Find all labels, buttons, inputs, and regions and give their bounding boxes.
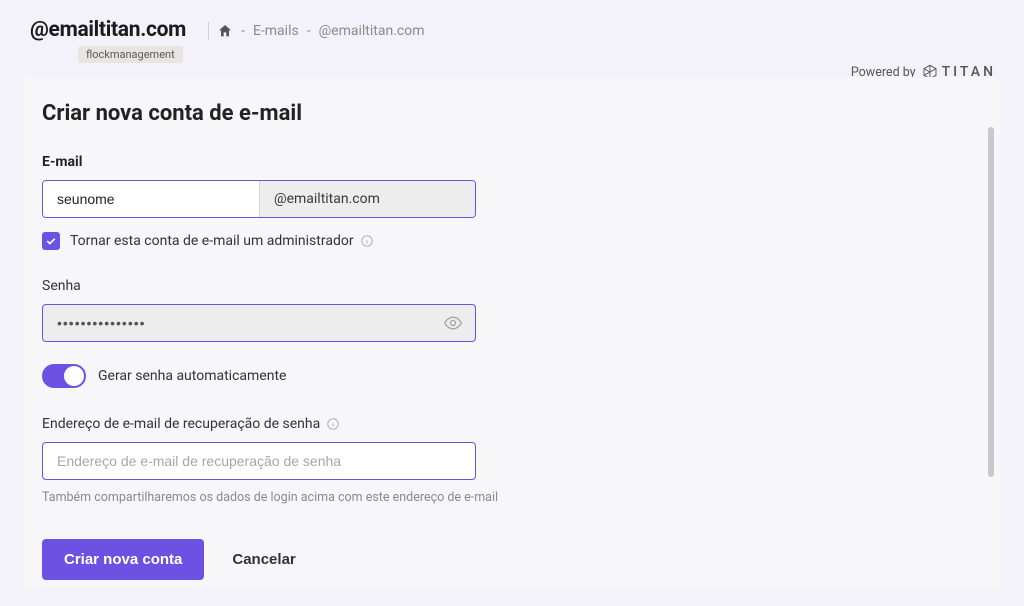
recovery-label-text: Endereço de e-mail de recuperação de sen…	[42, 416, 320, 432]
domain-tag: flockmanagement	[78, 46, 183, 63]
toggle-knob	[64, 366, 84, 386]
email-suffix: @emailtitan.com	[259, 181, 475, 217]
info-icon[interactable]	[326, 417, 340, 431]
email-label: E-mail	[42, 154, 676, 170]
form-actions: Criar nova conta Cancelar	[42, 539, 676, 580]
breadcrumb-sep: -	[307, 23, 311, 39]
auto-password-toggle[interactable]	[42, 364, 86, 388]
email-input[interactable]	[43, 181, 259, 217]
header-top: @emailtitan.com flockmanagement - E-mail…	[30, 18, 994, 63]
breadcrumb-current: @emailtitan.com	[319, 23, 425, 39]
breadcrumb-sep: -	[241, 23, 245, 39]
page-domain: @emailtitan.com	[30, 18, 186, 42]
main-panel: Criar nova conta de e-mail E-mail @email…	[24, 77, 1000, 589]
cancel-button[interactable]: Cancelar	[232, 551, 295, 568]
domain-block: @emailtitan.com flockmanagement	[30, 18, 186, 63]
password-input[interactable]	[43, 305, 443, 341]
header: @emailtitan.com flockmanagement - E-mail…	[0, 0, 1024, 71]
scrollbar-thumb[interactable]	[988, 127, 994, 477]
check-icon	[45, 235, 57, 247]
recovery-label: Endereço de e-mail de recuperação de sen…	[42, 416, 676, 432]
submit-button[interactable]: Criar nova conta	[42, 539, 204, 580]
eye-icon[interactable]	[443, 313, 463, 333]
auto-password-row: Gerar senha automaticamente	[42, 364, 676, 388]
email-field-group: @emailtitan.com	[42, 180, 476, 218]
password-label-text: Senha	[42, 278, 81, 294]
admin-label: Tornar esta conta de e-mail um administr…	[70, 233, 374, 249]
divider	[208, 22, 209, 40]
breadcrumb-emails[interactable]: E-mails	[253, 23, 299, 39]
admin-label-text: Tornar esta conta de e-mail um administr…	[70, 233, 354, 249]
password-label: Senha	[42, 278, 676, 294]
info-icon[interactable]	[360, 234, 374, 248]
home-icon[interactable]	[217, 23, 233, 39]
form: Criar nova conta de e-mail E-mail @email…	[36, 101, 676, 580]
auto-password-label: Gerar senha automaticamente	[98, 368, 286, 384]
password-field-group	[42, 304, 476, 342]
admin-checkbox[interactable]	[42, 232, 60, 250]
breadcrumb: - E-mails - @emailtitan.com	[208, 18, 424, 40]
page-title: Criar nova conta de e-mail	[42, 101, 676, 126]
recovery-input[interactable]	[42, 442, 476, 480]
recovery-hint: Também compartilharemos os dados de logi…	[42, 490, 676, 505]
admin-row: Tornar esta conta de e-mail um administr…	[42, 232, 676, 250]
